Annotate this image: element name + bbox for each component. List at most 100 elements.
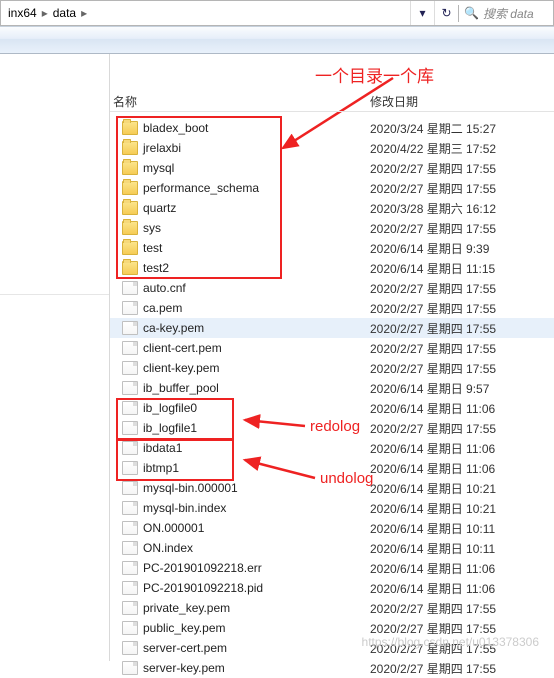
file-row[interactable]: ON.index 2020/6/14 星期日 10:11 [110, 538, 554, 558]
item-name: performance_schema [143, 181, 259, 195]
item-date: 2020/2/27 星期四 17:55 [370, 340, 496, 357]
item-name: private_key.pem [143, 601, 230, 615]
item-name: server-cert.pem [143, 641, 227, 655]
item-name: public_key.pem [143, 621, 226, 635]
item-date: 2020/4/22 星期三 17:52 [370, 140, 496, 157]
item-date: 2020/6/14 星期日 10:11 [370, 540, 495, 557]
item-name: auto.cnf [143, 281, 186, 295]
item-date: 2020/6/14 星期日 10:21 [370, 500, 496, 517]
folder-row[interactable]: mysql2020/2/27 星期四 17:55 [110, 158, 554, 178]
file-row[interactable]: client-cert.pem 2020/2/27 星期四 17:55 [110, 338, 554, 358]
folder-row[interactable]: bladex_boot2020/3/24 星期二 15:27 [110, 118, 554, 138]
chevron-right-icon[interactable]: ▸ [42, 6, 48, 20]
watermark: https://blog.csdn.net/u013378306 [362, 635, 539, 649]
item-date: 2020/2/27 星期四 17:55 [370, 180, 496, 197]
file-icon [122, 361, 138, 375]
item-name: ib_logfile0 [143, 401, 197, 415]
file-rows: bladex_boot2020/3/24 星期二 15:27jrelaxbi20… [110, 118, 554, 678]
file-row[interactable]: ON.0000012020/6/14 星期日 10:11 [110, 518, 554, 538]
item-name: ca.pem [143, 301, 182, 315]
item-name: quartz [143, 201, 176, 215]
file-icon [122, 561, 138, 575]
item-name: ON.000001 [143, 521, 204, 535]
file-row[interactable]: auto.cnf2020/2/27 星期四 17:55 [110, 278, 554, 298]
search-placeholder: 搜索 data [483, 5, 534, 22]
item-name: ib_buffer_pool [143, 381, 219, 395]
refresh-icon[interactable]: ↻ [434, 1, 458, 25]
item-date: 2020/3/28 星期六 16:12 [370, 200, 496, 217]
folder-row[interactable]: test2 2020/6/14 星期日 11:15 [110, 258, 554, 278]
folder-row[interactable]: test2020/6/14 星期日 9:39 [110, 238, 554, 258]
item-name: ib_logfile1 [143, 421, 197, 435]
item-name: ibtmp1 [143, 461, 179, 475]
file-row[interactable]: ca.pem2020/2/27 星期四 17:55 [110, 298, 554, 318]
sidebar [0, 54, 110, 661]
item-date: 2020/6/14 星期日 11:06 [370, 580, 495, 597]
folder-row[interactable]: quartz 2020/3/28 星期六 16:12 [110, 198, 554, 218]
dropdown-icon[interactable]: ▾ [410, 1, 434, 25]
breadcrumb[interactable]: inx64 ▸ data ▸ [1, 6, 410, 20]
file-icon [122, 641, 138, 655]
header-name[interactable]: 名称 [113, 93, 137, 110]
file-icon [122, 401, 138, 415]
file-icon [122, 581, 138, 595]
item-name: bladex_boot [143, 121, 208, 135]
folder-icon [122, 201, 138, 215]
annotation-redolog: redolog [310, 418, 360, 435]
item-name: mysql-bin.000001 [143, 481, 238, 495]
annotation-undolog: undolog [320, 470, 373, 487]
item-name: server-key.pem [143, 661, 225, 675]
file-icon [122, 541, 138, 555]
crumb-seg[interactable]: data [51, 6, 78, 20]
file-row[interactable]: ca-key.pem2020/2/27 星期四 17:55 [110, 318, 554, 338]
item-date: 2020/2/27 星期四 17:55 [370, 620, 496, 637]
main-area: 一个目录一个库 名称 修改日期 bladex_boot2020/3/24 星期二… [0, 54, 554, 661]
item-date: 2020/2/27 星期四 17:55 [370, 220, 496, 237]
file-icon [122, 601, 138, 615]
file-row[interactable]: client-key.pem2020/2/27 星期四 17:55 [110, 358, 554, 378]
file-row[interactable]: server-key.pem 2020/2/27 星期四 17:55 [110, 658, 554, 678]
column-headers[interactable]: 名称 修改日期 [110, 92, 554, 112]
folder-icon [122, 141, 138, 155]
file-row[interactable]: ibdata1 2020/6/14 星期日 11:06 [110, 438, 554, 458]
crumb-seg[interactable]: inx64 [6, 6, 39, 20]
item-date: 2020/2/27 星期四 17:55 [370, 600, 496, 617]
toolbar [0, 26, 554, 54]
file-icon [122, 381, 138, 395]
item-name: mysql-bin.index [143, 501, 226, 515]
chevron-right-icon[interactable]: ▸ [81, 6, 87, 20]
file-icon [122, 661, 138, 675]
file-icon [122, 301, 138, 315]
item-name: client-cert.pem [143, 341, 222, 355]
file-row[interactable]: PC-201901092218.pid 2020/6/14 星期日 11:06 [110, 578, 554, 598]
file-row[interactable]: ib_logfile02020/6/14 星期日 11:06 [110, 398, 554, 418]
file-list-area: 一个目录一个库 名称 修改日期 bladex_boot2020/3/24 星期二… [110, 54, 554, 661]
item-name: ca-key.pem [143, 321, 204, 335]
file-icon [122, 421, 138, 435]
file-icon [122, 321, 138, 335]
header-date[interactable]: 修改日期 [370, 93, 418, 110]
item-date: 2020/6/14 星期日 11:06 [370, 560, 495, 577]
item-date: 2020/6/14 星期日 11:06 [370, 440, 495, 457]
item-name: ibdata1 [143, 441, 182, 455]
file-row[interactable]: PC-201901092218.err2020/6/14 星期日 11:06 [110, 558, 554, 578]
file-row[interactable]: private_key.pem 2020/2/27 星期四 17:55 [110, 598, 554, 618]
file-icon [122, 481, 138, 495]
item-date: 2020/2/27 星期四 17:55 [370, 420, 496, 437]
folder-row[interactable]: jrelaxbi2020/4/22 星期三 17:52 [110, 138, 554, 158]
item-name: PC-201901092218.pid [143, 581, 263, 595]
file-icon [122, 461, 138, 475]
item-name: ON.index [143, 541, 193, 555]
item-name: sys [143, 221, 161, 235]
file-row[interactable]: mysql-bin.index 2020/6/14 星期日 10:21 [110, 498, 554, 518]
item-date: 2020/6/14 星期日 11:15 [370, 260, 495, 277]
item-date: 2020/6/14 星期日 11:06 [370, 460, 495, 477]
item-name: test2 [143, 261, 169, 275]
folder-row[interactable]: performance_schema 2020/2/27 星期四 17:55 [110, 178, 554, 198]
search-input[interactable]: 🔍 搜索 data [458, 5, 553, 22]
item-date: 2020/2/27 星期四 17:55 [370, 360, 496, 377]
file-row[interactable]: ib_buffer_pool2020/6/14 星期日 9:57 [110, 378, 554, 398]
item-date: 2020/2/27 星期四 17:55 [370, 660, 496, 677]
address-bar: inx64 ▸ data ▸ ▾ ↻ 🔍 搜索 data [0, 0, 554, 26]
folder-row[interactable]: sys 2020/2/27 星期四 17:55 [110, 218, 554, 238]
